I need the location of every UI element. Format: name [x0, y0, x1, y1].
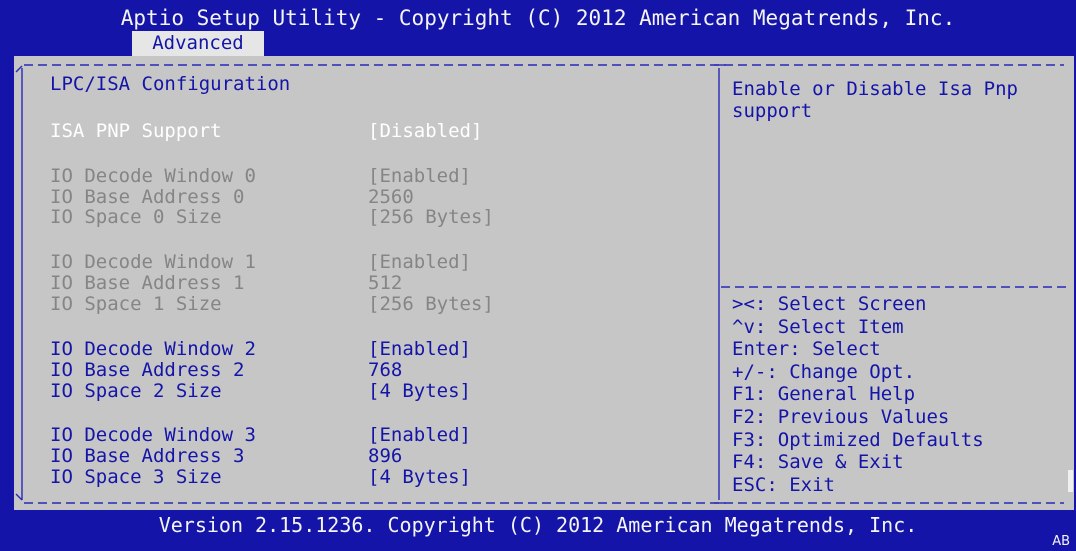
setting-value: [256 Bytes]	[368, 293, 494, 315]
setting-value: [256 Bytes]	[368, 206, 494, 228]
key-esc-exit: ESC: Exit	[732, 473, 835, 496]
bios-screen: Aptio Setup Utility - Copyright (C) 2012…	[0, 0, 1076, 551]
footer-badge: AB	[1052, 534, 1070, 549]
tab-advanced[interactable]: Advanced	[132, 31, 264, 56]
help-description: Enable or Disable Isa Pnp support	[732, 78, 1018, 122]
key-legend: ><: Select Screen ^v: Select Item Enter:…	[732, 293, 1062, 496]
key-select-item: ^v: Select Item	[732, 315, 904, 338]
setting-label: IO Base Address 1	[50, 272, 245, 294]
setting-value: [Enabled]	[368, 165, 471, 187]
setting-value[interactable]: 896	[368, 446, 402, 466]
setting-label: IO Decode Window 3	[50, 424, 256, 446]
setting-value: 2560	[368, 186, 414, 208]
setting-value[interactable]: [Disabled]	[368, 121, 482, 141]
key-enter-select: Enter: Select	[732, 338, 881, 361]
setting-value[interactable]: 768	[368, 360, 402, 380]
setting-value[interactable]: [4 Bytes]	[368, 381, 471, 401]
setting-label: IO Decode Window 2	[50, 338, 256, 360]
footer-version: Version 2.15.1236. Copyright (C) 2012 Am…	[158, 513, 918, 537]
key-optimized-defaults: F3: Optimized Defaults	[732, 428, 984, 451]
setting-label: IO Base Address 2	[50, 359, 245, 381]
setting-label: IO Space 3 Size	[50, 466, 222, 488]
setting-label: IO Decode Window 0	[50, 165, 256, 187]
setting-value[interactable]: [Enabled]	[368, 425, 471, 445]
key-select-screen: ><: Select Screen	[732, 293, 927, 315]
setting-value: 512	[368, 272, 403, 294]
key-save-exit: F4: Save & Exit	[732, 451, 904, 474]
key-previous-values: F2: Previous Values	[732, 405, 950, 428]
key-general-help: F1: General Help	[732, 383, 916, 406]
key-change-opt: +/-: Change Opt.	[732, 360, 916, 383]
setting-label: IO Space 0 Size	[50, 206, 222, 228]
setting-value[interactable]: [Enabled]	[368, 339, 471, 359]
setting-label: ISA PNP Support	[50, 120, 222, 142]
setting-value[interactable]: [4 Bytes]	[368, 467, 471, 487]
setting-label: IO Base Address 3	[50, 445, 245, 467]
setting-label: IO Space 2 Size	[50, 380, 222, 402]
setting-label: IO Base Address 0	[50, 186, 245, 208]
section-title: LPC/ISA Configuration	[50, 73, 291, 95]
setting-label: IO Decode Window 1	[50, 251, 256, 273]
scrollbar-thumb[interactable]	[1068, 470, 1073, 492]
header-title: Aptio Setup Utility - Copyright (C) 2012…	[120, 6, 956, 30]
setting-value: [Enabled]	[368, 251, 471, 273]
setting-label: IO Space 1 Size	[50, 293, 222, 315]
